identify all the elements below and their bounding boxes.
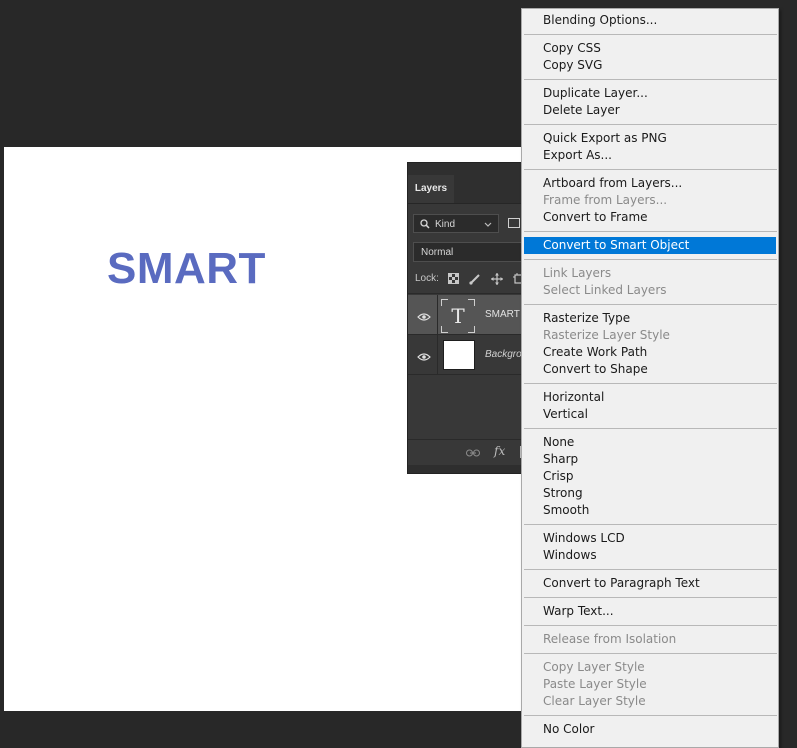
menu-item-convert-to-smart-object[interactable]: Convert to Smart Object xyxy=(524,237,776,254)
menu-item-antialias-strong[interactable]: Strong xyxy=(524,485,776,502)
menu-item-antialias-smooth[interactable]: Smooth xyxy=(524,502,776,519)
layer-context-menu: Blending Options... Copy CSS Copy SVG Du… xyxy=(521,8,779,748)
menu-separator xyxy=(524,653,777,654)
filter-kind-label: Kind xyxy=(435,219,456,230)
layer-row-background[interactable]: Backgro xyxy=(408,335,526,374)
menu-item-rasterize-type[interactable]: Rasterize Type xyxy=(524,310,776,327)
text-layer-thumbnail-icon: T xyxy=(441,299,475,333)
menu-item-antialias-crisp[interactable]: Crisp xyxy=(524,468,776,485)
menu-item-link-layers: Link Layers xyxy=(543,266,612,280)
menu-item-windows-lcd[interactable]: Windows LCD xyxy=(524,530,776,547)
image-filter-icon[interactable] xyxy=(508,218,520,228)
menu-separator xyxy=(524,383,777,384)
menu-item-copy-svg[interactable]: Copy SVG xyxy=(524,57,776,74)
visibility-eye-icon[interactable] xyxy=(417,349,431,361)
menu-item-copy-layer-style: Copy Layer Style xyxy=(543,660,645,674)
search-icon xyxy=(420,215,432,236)
divider xyxy=(437,335,438,374)
menu-item-duplicate-layer[interactable]: Duplicate Layer... xyxy=(524,85,776,102)
menu-item-blending-options[interactable]: Blending Options... xyxy=(524,12,776,29)
menu-item-frame-from-layers: Frame from Layers... xyxy=(543,193,668,207)
menu-separator xyxy=(524,715,777,716)
background-layer-thumbnail xyxy=(443,340,475,370)
layer-row-smart[interactable]: T SMART xyxy=(408,295,526,334)
filter-kind-select[interactable]: Kind xyxy=(413,214,499,233)
menu-item-copy-css[interactable]: Copy CSS xyxy=(524,40,776,57)
tab-layers[interactable]: Layers xyxy=(408,175,454,203)
menu-separator xyxy=(524,625,777,626)
menu-separator xyxy=(524,428,777,429)
menu-item-horizontal[interactable]: Horizontal xyxy=(524,389,776,406)
menu-item-release-from-isolation: Release from Isolation xyxy=(543,632,677,646)
menu-item-antialias-sharp[interactable]: Sharp xyxy=(524,451,776,468)
menu-item-clear-layer-style: Clear Layer Style xyxy=(543,694,646,708)
link-icon[interactable] xyxy=(466,446,480,460)
layers-panel-footer: fx xyxy=(408,439,526,466)
layer-name: Backgro xyxy=(485,349,522,360)
menu-item-windows[interactable]: Windows xyxy=(524,547,776,564)
menu-separator xyxy=(524,524,777,525)
menu-item-create-work-path[interactable]: Create Work Path xyxy=(524,344,776,361)
menu-item-select-linked-layers: Select Linked Layers xyxy=(543,283,667,297)
layers-panel: Layers Kind Normal Lock: T SMART Backgro… xyxy=(407,162,527,474)
menu-item-antialias-none[interactable]: None xyxy=(524,434,776,451)
blend-mode-select[interactable]: Normal xyxy=(413,242,525,262)
menu-item-warp-text[interactable]: Warp Text... xyxy=(524,603,776,620)
chevron-down-icon xyxy=(484,215,492,235)
menu-separator xyxy=(524,79,777,80)
menu-item-convert-to-shape[interactable]: Convert to Shape xyxy=(524,361,776,378)
menu-separator xyxy=(524,569,777,570)
menu-item-quick-export-png[interactable]: Quick Export as PNG xyxy=(524,130,776,147)
visibility-eye-icon[interactable] xyxy=(417,309,431,321)
panel-tab-bar: Layers xyxy=(408,163,526,204)
menu-separator xyxy=(524,231,777,232)
menu-item-rasterize-layer-style: Rasterize Layer Style xyxy=(543,328,670,342)
lock-position-icon[interactable] xyxy=(491,273,503,285)
canvas-text-smart[interactable]: SMART xyxy=(107,247,266,291)
menu-separator xyxy=(524,124,777,125)
menu-separator xyxy=(524,597,777,598)
menu-item-delete-layer[interactable]: Delete Layer xyxy=(524,102,776,119)
menu-item-export-as[interactable]: Export As... xyxy=(524,147,776,164)
menu-item-no-color[interactable]: No Color xyxy=(524,721,776,738)
lock-label: Lock: xyxy=(415,273,439,284)
panel-bottom-edge xyxy=(408,465,526,473)
menu-item-paste-layer-style: Paste Layer Style xyxy=(543,677,647,691)
menu-separator xyxy=(524,169,777,170)
lock-row: Lock: xyxy=(408,269,526,289)
menu-item-artboard-from-layers[interactable]: Artboard from Layers... xyxy=(524,175,776,192)
menu-item-vertical[interactable]: Vertical xyxy=(524,406,776,423)
menu-item-convert-to-frame[interactable]: Convert to Frame xyxy=(524,209,776,226)
fx-icon[interactable]: fx xyxy=(494,444,505,458)
divider xyxy=(437,295,438,334)
lock-transparent-pixels-icon[interactable] xyxy=(447,273,459,285)
divider xyxy=(408,293,526,294)
layer-name: SMART xyxy=(485,309,520,320)
menu-item-convert-to-paragraph-text[interactable]: Convert to Paragraph Text xyxy=(524,575,776,592)
menu-separator xyxy=(524,34,777,35)
lock-image-pixels-icon[interactable] xyxy=(469,273,481,285)
menu-separator xyxy=(524,259,777,260)
thumb-glyph: T xyxy=(451,304,465,328)
divider xyxy=(408,374,526,375)
menu-separator xyxy=(524,304,777,305)
